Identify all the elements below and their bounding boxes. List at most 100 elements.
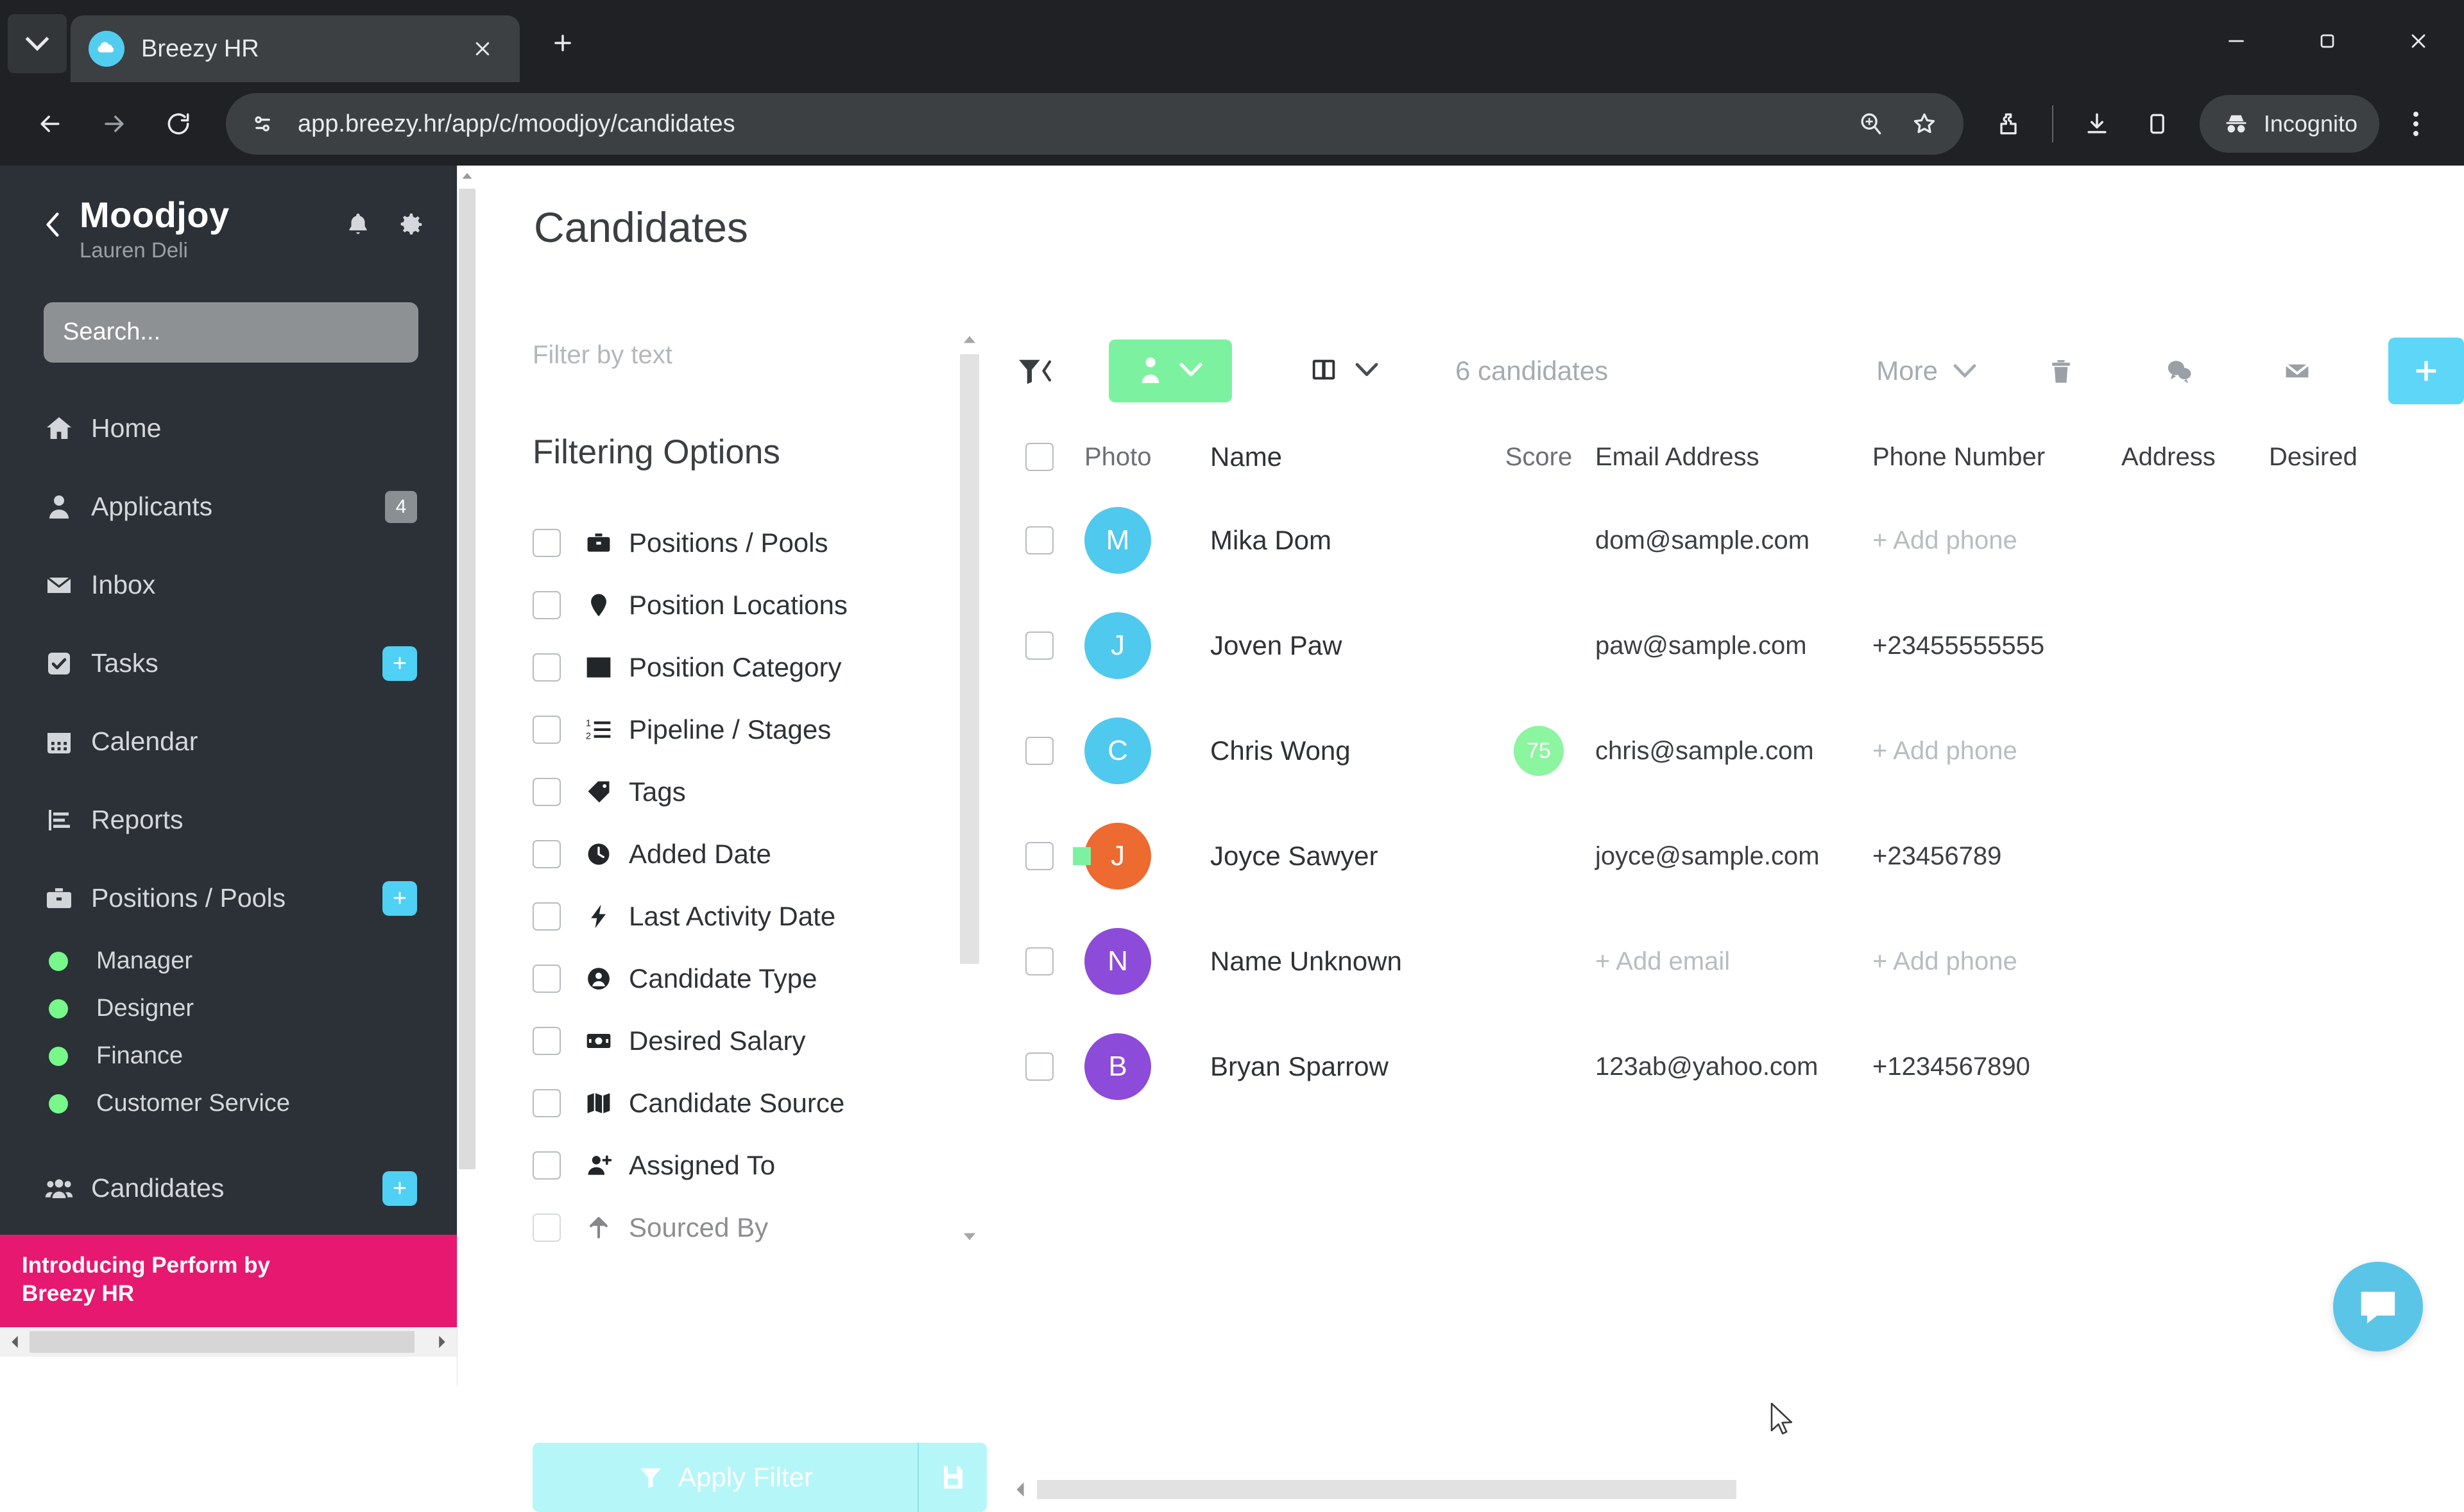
checkbox[interactable]: [533, 528, 561, 557]
scroll-right-icon[interactable]: [427, 1327, 457, 1357]
select-all-checkbox[interactable]: [1025, 443, 1054, 471]
save-filter-button[interactable]: [918, 1443, 987, 1512]
filter-option-sourced-by[interactable]: Sourced By: [533, 1196, 975, 1259]
column-header-desired[interactable]: Desired: [2269, 443, 2410, 472]
filter-option-positions-pools[interactable]: Positions / Pools: [533, 511, 975, 574]
scroll-up-icon[interactable]: [458, 166, 477, 186]
filter-option-desired-salary[interactable]: Desired Salary: [533, 1009, 975, 1072]
sidebar-item-calendar[interactable]: Calendar: [0, 703, 457, 781]
row-checkbox[interactable]: [1025, 842, 1054, 870]
candidate-email[interactable]: paw@sample.com: [1595, 631, 1872, 660]
column-header-phone[interactable]: Phone Number: [1872, 443, 2121, 472]
scrollbar-thumb[interactable]: [1037, 1480, 1736, 1499]
candidate-name[interactable]: Bryan Sparrow: [1210, 1051, 1482, 1082]
trash-icon[interactable]: [2028, 338, 2094, 404]
column-header-address[interactable]: Address: [2121, 443, 2269, 472]
table-horizontal-scrollbar[interactable]: [1007, 1475, 1765, 1504]
row-checkbox[interactable]: [1025, 526, 1054, 554]
filter-option-position-locations[interactable]: Position Locations: [533, 574, 975, 636]
column-header-score[interactable]: Score: [1482, 443, 1595, 472]
table-row[interactable]: M Mika Dom dom@sample.com + Add phone: [1007, 488, 2464, 593]
chat-icon[interactable]: [2146, 338, 2212, 404]
reload-icon[interactable]: [148, 93, 209, 155]
checkbox[interactable]: [533, 1026, 561, 1055]
sidebar-position-finance[interactable]: Finance: [0, 1033, 457, 1080]
sidebar-item-applicants[interactable]: Applicants 4: [0, 468, 457, 546]
column-header-name[interactable]: Name: [1210, 442, 1482, 472]
add-task-button[interactable]: +: [382, 646, 417, 681]
candidate-email[interactable]: joyce@sample.com: [1595, 842, 1872, 871]
checkbox[interactable]: [533, 1213, 561, 1242]
table-row[interactable]: J Joven Paw paw@sample.com +23455555555: [1007, 593, 2464, 698]
column-header-email[interactable]: Email Address: [1595, 443, 1872, 472]
close-icon[interactable]: [463, 30, 502, 68]
funnel-collapse-icon[interactable]: [1007, 343, 1063, 399]
envelope-icon[interactable]: [2264, 338, 2331, 404]
more-menu-button[interactable]: More: [1876, 356, 1976, 386]
candidate-email[interactable]: 123ab@yahoo.com: [1595, 1052, 1872, 1081]
candidate-name[interactable]: Mika Dom: [1210, 525, 1482, 556]
side-panel-icon[interactable]: [2129, 96, 2186, 152]
promo-banner[interactable]: Introducing Perform by Breezy HR: [0, 1234, 457, 1327]
column-header-photo[interactable]: Photo: [1084, 443, 1210, 472]
candidate-type-filter-button[interactable]: [1109, 339, 1232, 402]
sidebar-item-reports[interactable]: Reports: [0, 781, 457, 859]
candidate-phone[interactable]: +23455555555: [1872, 631, 2121, 660]
scroll-down-icon[interactable]: [961, 1230, 978, 1244]
filter-option-position-category[interactable]: Position Category: [533, 636, 975, 698]
row-checkbox[interactable]: [1025, 1052, 1054, 1081]
candidate-phone[interactable]: + Add phone: [1872, 737, 2121, 766]
filter-option-candidate-type[interactable]: Candidate Type: [533, 947, 975, 1009]
candidate-phone[interactable]: + Add phone: [1872, 526, 2121, 555]
checkbox[interactable]: [533, 1088, 561, 1117]
filter-option-assigned-to[interactable]: Assigned To: [533, 1134, 975, 1196]
bookmark-star-icon[interactable]: [1902, 101, 1947, 146]
profile-incognito-chip[interactable]: Incognito: [2199, 95, 2379, 153]
bell-icon[interactable]: [340, 207, 376, 243]
intercom-chat-button[interactable]: [2333, 1262, 2423, 1352]
tab-search-button[interactable]: [8, 14, 67, 73]
minimize-icon[interactable]: [2191, 0, 2282, 82]
filter-option-added-date[interactable]: Added Date: [533, 823, 975, 885]
checkbox[interactable]: [533, 964, 561, 993]
add-position-button[interactable]: +: [382, 881, 417, 916]
scroll-up-icon[interactable]: [961, 332, 978, 347]
scrollbar-thumb[interactable]: [960, 354, 979, 964]
filter-panel-scrollbar[interactable]: [957, 332, 980, 1244]
sidebar-search-input[interactable]: Search...: [44, 302, 418, 363]
new-tab-button[interactable]: [534, 14, 592, 72]
columns-settings-button[interactable]: [1309, 355, 1378, 388]
sidebar-item-positions-pools[interactable]: Positions / Pools +: [0, 859, 457, 938]
candidate-phone[interactable]: +23456789: [1872, 842, 2121, 871]
zoom-icon[interactable]: [1848, 101, 1893, 146]
add-candidate-button[interactable]: +: [382, 1171, 417, 1206]
candidate-phone[interactable]: + Add phone: [1872, 947, 2121, 976]
candidate-email[interactable]: chris@sample.com: [1595, 737, 1872, 766]
candidate-name[interactable]: Joyce Sawyer: [1210, 841, 1482, 872]
page-info-icon[interactable]: [248, 108, 278, 139]
browser-menu-icon[interactable]: [2387, 92, 2445, 156]
filter-by-text-input[interactable]: Filter by text: [533, 332, 975, 377]
extensions-icon[interactable]: [1980, 96, 2037, 152]
sidebar-item-inbox[interactable]: Inbox: [0, 546, 457, 624]
close-window-icon[interactable]: [2373, 0, 2464, 82]
checkbox[interactable]: [533, 1151, 561, 1180]
candidate-email[interactable]: + Add email: [1595, 947, 1872, 976]
sidebar-position-manager[interactable]: Manager: [0, 938, 457, 985]
table-row[interactable]: B Bryan Sparrow 123ab@yahoo.com +1234567…: [1007, 1014, 2464, 1119]
back-icon[interactable]: [19, 93, 81, 155]
candidate-name[interactable]: Chris Wong: [1210, 735, 1482, 766]
table-row[interactable]: J Joyce Sawyer joyce@sample.com +2345678…: [1007, 803, 2464, 909]
filter-option-last-activity-date[interactable]: Last Activity Date: [533, 885, 975, 947]
checkbox[interactable]: [533, 777, 561, 806]
filter-option-tags[interactable]: Tags: [533, 760, 975, 823]
add-candidate-button[interactable]: [2388, 338, 2464, 404]
scrollbar-thumb[interactable]: [459, 189, 475, 1169]
candidate-name[interactable]: Joven Paw: [1210, 630, 1482, 661]
sidebar-horizontal-scrollbar[interactable]: [0, 1327, 457, 1357]
scroll-left-icon[interactable]: [0, 1327, 30, 1357]
row-checkbox[interactable]: [1025, 631, 1054, 660]
forward-icon[interactable]: [83, 93, 145, 155]
maximize-icon[interactable]: [2282, 0, 2373, 82]
candidate-name[interactable]: Name Unknown: [1210, 946, 1482, 977]
